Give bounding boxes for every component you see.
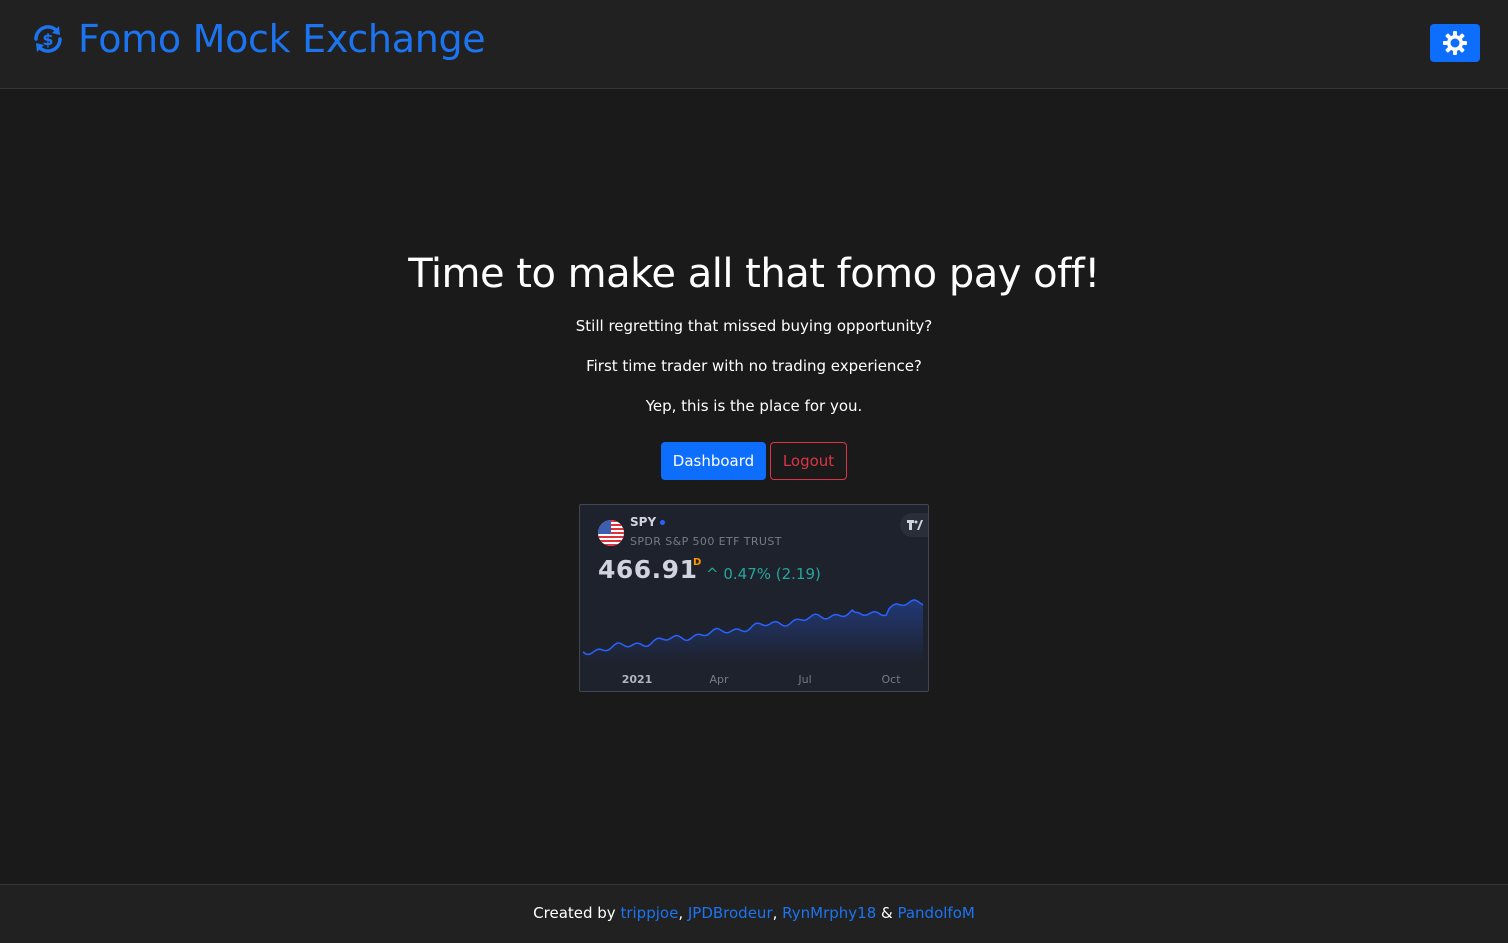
theme-toggle-button[interactable] — [1430, 24, 1480, 62]
ticker-price: 466.91 — [598, 555, 698, 584]
hero-section: Time to make all that fomo pay off! — [0, 248, 1508, 300]
author-link-pandolfom[interactable]: PandolfoM — [897, 904, 974, 922]
navbar: $ Fomo Mock Exchange — [0, 0, 1508, 89]
price-line-chart — [582, 599, 924, 662]
market-status-dot — [660, 520, 666, 525]
ticker-description: SPDR S&P 500 ETF TRUST — [630, 535, 782, 548]
hero-title: Time to make all that fomo pay off! — [408, 251, 1100, 297]
brand-name: Fomo Mock Exchange — [78, 17, 486, 61]
footer-separator: , — [678, 904, 688, 922]
hero-line-1: Still regretting that missed buying oppo… — [575, 317, 933, 335]
logout-button[interactable]: Logout — [770, 442, 847, 480]
x-axis-label: Oct — [881, 673, 901, 686]
tradingview-logo-icon[interactable] — [900, 513, 928, 537]
spy-mini-chart-widget[interactable]: SPY SPDR S&P 500 ETF TRUST 466.91 D ^ 0.… — [579, 504, 929, 692]
us-flag-icon — [598, 520, 624, 546]
price-area-fill — [583, 599, 923, 662]
author-link-trippjoe[interactable]: trippjoe — [620, 904, 678, 922]
hero-line-2: First time trader with no trading experi… — [586, 357, 922, 375]
svg-text:$: $ — [42, 30, 53, 49]
x-axis-label: 2021 — [621, 673, 653, 686]
hero-line-3: Yep, this is the place for you. — [645, 397, 863, 415]
footer: Created by trippjoe, JPDBrodeur, RynMrph… — [0, 884, 1508, 943]
dollar-sync-icon: $ — [34, 25, 62, 53]
dashboard-button[interactable]: Dashboard — [661, 442, 766, 480]
brand-link[interactable]: $ Fomo Mock Exchange — [30, 14, 486, 64]
footer-separator: & — [876, 904, 898, 922]
ticker-symbol-text: SPY — [630, 515, 657, 529]
footer-prefix: Created by — [533, 904, 621, 922]
price-period: D — [693, 557, 702, 568]
ticker-symbol: SPY — [630, 515, 666, 529]
x-axis-label: Jul — [798, 673, 812, 686]
sun-gear-icon — [1443, 31, 1467, 55]
price-change: ^ 0.47% (2.19) — [706, 565, 821, 583]
author-link-rynmrphy18[interactable]: RynMrphy18 — [782, 904, 876, 922]
x-axis-label: Apr — [709, 673, 729, 686]
footer-separator: , — [772, 904, 783, 922]
author-link-jpdbrodeur[interactable]: JPDBrodeur — [688, 904, 773, 922]
